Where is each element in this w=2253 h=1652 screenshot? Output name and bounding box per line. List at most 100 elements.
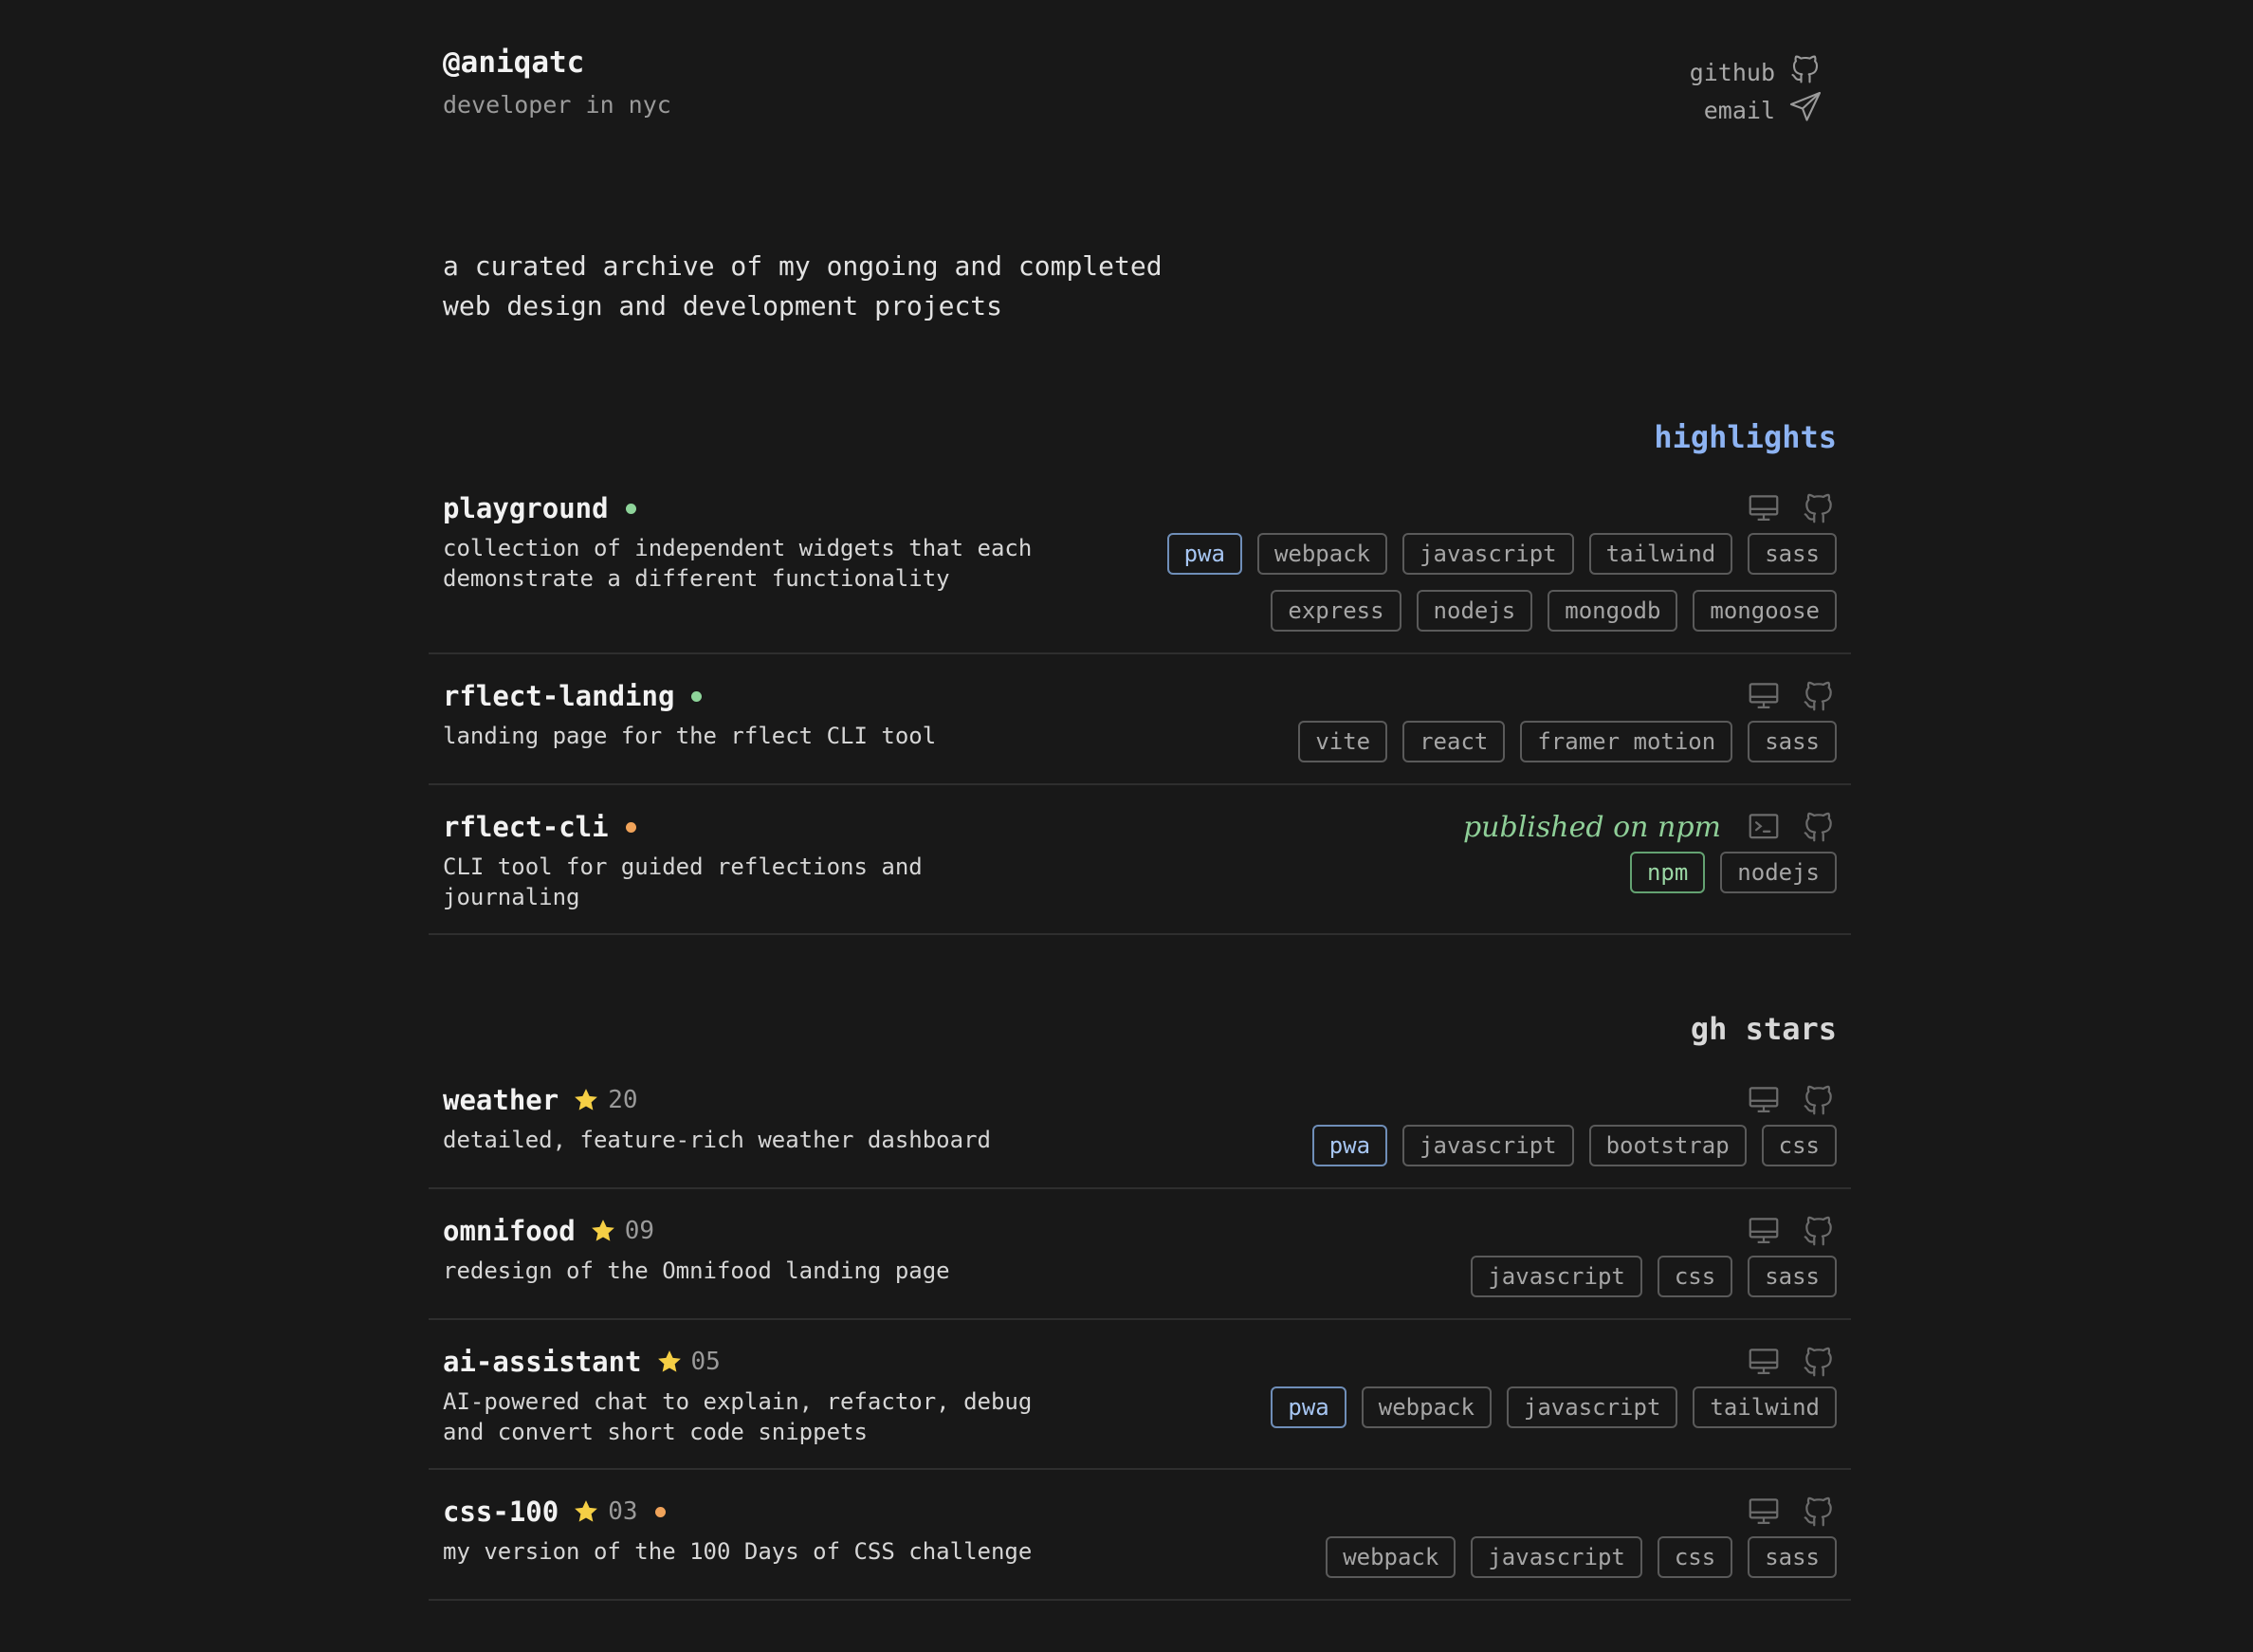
email-link[interactable]: email: [1690, 91, 1823, 129]
tag[interactable]: pwa: [1271, 1386, 1346, 1428]
header: @aniqatc developer in nyc github email: [443, 46, 1837, 159]
contact-links: github email: [1690, 53, 1823, 129]
project-name[interactable]: rflect-landing: [443, 680, 674, 712]
tag[interactable]: pwa: [1166, 533, 1242, 575]
project-name[interactable]: rflect-cli: [443, 811, 609, 843]
tagline: developer in nyc: [443, 91, 671, 119]
description-line: CLI tool for guided reflections and: [443, 854, 923, 880]
tag-list: vite react framer motion sass: [1145, 721, 1837, 762]
github-icon[interactable]: [1801, 490, 1837, 526]
tag[interactable]: sass: [1748, 1536, 1837, 1578]
star-count: 09: [624, 1217, 654, 1245]
star-icon: [591, 1220, 614, 1241]
npm-published-note: published on npm: [1462, 810, 1721, 844]
github-icon[interactable]: [1801, 678, 1837, 714]
project-card: playground collection of independent wid…: [429, 455, 1851, 654]
site-handle[interactable]: @aniqatc: [443, 46, 1837, 80]
github-icon[interactable]: [1801, 1494, 1837, 1530]
tag[interactable]: javascript: [1402, 533, 1574, 575]
project-name[interactable]: playground: [443, 492, 609, 524]
project-card: omnifood 09 redesign of the Omnifood lan…: [429, 1189, 1851, 1320]
project-description: detailed, feature-rich weather dashboard: [443, 1125, 1069, 1155]
tag[interactable]: css: [1657, 1536, 1733, 1578]
description-line: my version of the 100 Days of CSS challe…: [443, 1538, 1033, 1565]
description-line: journaling: [443, 884, 580, 910]
gh-stars-heading: gh stars: [1690, 1011, 1837, 1047]
tag[interactable]: vite: [1298, 721, 1388, 762]
project-description: collection of independent widgets that e…: [443, 533, 1069, 594]
tag[interactable]: npm: [1629, 852, 1706, 893]
project-card: css-100 03 my version of the 100 Days of…: [429, 1470, 1851, 1601]
project-name[interactable]: weather: [443, 1084, 559, 1116]
tag[interactable]: tailwind: [1693, 1386, 1837, 1428]
tag[interactable]: bootstrap: [1588, 1125, 1747, 1166]
tag[interactable]: express: [1271, 590, 1401, 632]
project-description: CLI tool for guided reflections and jour…: [443, 852, 1069, 912]
intro-line-2: web design and development projects: [443, 290, 1003, 321]
tag-list: pwa javascript bootstrap css: [1145, 1125, 1837, 1166]
description-line: AI-powered chat to explain, refactor, de…: [443, 1388, 1033, 1415]
highlights-heading: highlights: [1654, 419, 1837, 455]
email-link-label: email: [1703, 96, 1775, 124]
tag[interactable]: webpack: [1256, 533, 1388, 575]
monitor-icon[interactable]: [1746, 1082, 1782, 1118]
project-description: landing page for the rflect CLI tool: [443, 721, 1069, 751]
tag[interactable]: tailwind: [1588, 533, 1733, 575]
tag[interactable]: javascript: [1506, 1386, 1678, 1428]
monitor-icon[interactable]: [1746, 1494, 1782, 1530]
tag[interactable]: sass: [1748, 721, 1837, 762]
monitor-icon[interactable]: [1746, 1213, 1782, 1249]
description-line: collection of independent widgets that e…: [443, 535, 1033, 561]
description-line: redesign of the Omnifood landing page: [443, 1257, 950, 1284]
tag[interactable]: react: [1402, 721, 1506, 762]
monitor-icon[interactable]: [1746, 490, 1782, 526]
tag[interactable]: nodejs: [1416, 590, 1533, 632]
status-dot: [625, 503, 636, 514]
tag[interactable]: sass: [1748, 1256, 1837, 1297]
terminal-icon[interactable]: [1746, 809, 1782, 845]
tag[interactable]: nodejs: [1720, 852, 1837, 893]
github-icon[interactable]: [1801, 1213, 1837, 1249]
monitor-icon[interactable]: [1746, 1344, 1782, 1380]
intro-text: a curated archive of my ongoing and comp…: [443, 247, 1220, 326]
tag-list: pwa webpack javascript tailwind: [1145, 1386, 1837, 1428]
tag[interactable]: css: [1657, 1256, 1733, 1297]
status-dot: [691, 690, 703, 702]
tag[interactable]: javascript: [1471, 1256, 1642, 1297]
project-card: ai-assistant 05 AI-powered chat to expla…: [429, 1320, 1851, 1470]
description-line: detailed, feature-rich weather dashboard: [443, 1127, 991, 1153]
tag[interactable]: pwa: [1311, 1125, 1388, 1166]
tag[interactable]: webpack: [1326, 1536, 1456, 1578]
tag[interactable]: mongoose: [1693, 590, 1837, 632]
star-count: 05: [690, 1348, 721, 1376]
project-name[interactable]: ai-assistant: [443, 1346, 642, 1378]
page: @aniqatc developer in nyc github email a…: [429, 0, 1851, 1601]
star-count: 20: [608, 1086, 638, 1114]
send-icon: [1788, 90, 1823, 130]
monitor-icon[interactable]: [1746, 678, 1782, 714]
description-line: demonstrate a different functionality: [443, 565, 950, 592]
project-name[interactable]: omnifood: [443, 1215, 576, 1247]
star-icon: [575, 1089, 598, 1111]
tag[interactable]: sass: [1748, 533, 1837, 575]
tag[interactable]: mongodb: [1548, 590, 1678, 632]
github-link-label: github: [1689, 58, 1775, 86]
tag-list: pwa webpack javascript tailwind sass exp…: [1145, 533, 1837, 632]
intro-line-1: a curated archive of my ongoing and comp…: [443, 250, 1163, 282]
status-dot: [654, 1506, 666, 1517]
github-icon[interactable]: [1801, 1344, 1837, 1380]
tag[interactable]: css: [1761, 1125, 1837, 1166]
tag[interactable]: framer motion: [1520, 721, 1733, 762]
project-name[interactable]: css-100: [443, 1496, 559, 1528]
tag[interactable]: javascript: [1402, 1125, 1574, 1166]
tag[interactable]: webpack: [1361, 1386, 1492, 1428]
project-description: redesign of the Omnifood landing page: [443, 1256, 1069, 1286]
project-description: my version of the 100 Days of CSS challe…: [443, 1536, 1069, 1567]
star-count: 03: [608, 1497, 638, 1526]
tag[interactable]: javascript: [1471, 1536, 1642, 1578]
star-icon: [657, 1350, 681, 1372]
github-link[interactable]: github: [1690, 53, 1823, 91]
tag-list: javascript css sass: [1145, 1256, 1837, 1297]
github-icon[interactable]: [1801, 809, 1837, 845]
github-icon[interactable]: [1801, 1082, 1837, 1118]
